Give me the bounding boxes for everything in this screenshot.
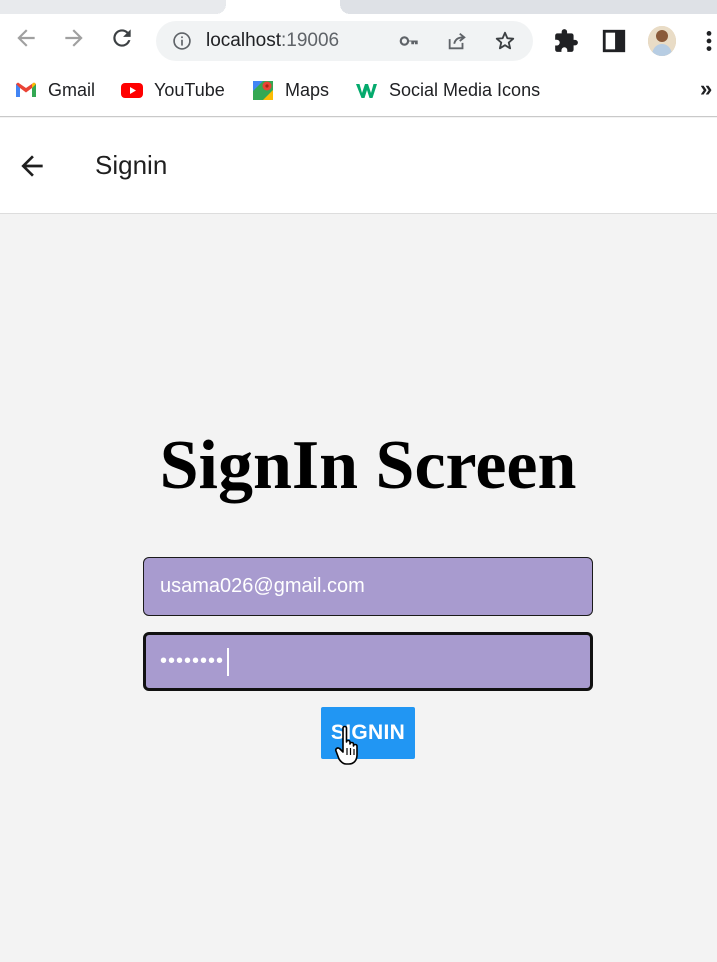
address-bar[interactable]: localhost:19006 xyxy=(156,21,533,61)
more-bookmarks-button[interactable]: » xyxy=(700,76,712,102)
back-arrow-icon[interactable] xyxy=(16,150,48,182)
password-field[interactable] xyxy=(143,632,593,691)
reload-icon xyxy=(113,29,131,47)
page-title: Signin xyxy=(95,150,168,180)
screen-heading: SignIn Screen xyxy=(159,427,577,504)
youtube-icon xyxy=(121,83,143,98)
avatar[interactable] xyxy=(648,26,676,56)
w3-icon xyxy=(356,84,377,98)
key-icon[interactable] xyxy=(398,30,420,52)
more-vert-icon[interactable] xyxy=(696,28,717,54)
tab-inactive[interactable] xyxy=(0,0,226,14)
reload-button[interactable] xyxy=(108,24,136,52)
hand-cursor-icon xyxy=(334,725,358,765)
bookmark-social-media-icons[interactable]: Social Media Icons xyxy=(355,70,540,110)
maps-icon xyxy=(253,81,273,100)
bookmark-youtube[interactable]: YouTube xyxy=(120,70,225,110)
email-field[interactable] xyxy=(143,557,593,616)
share-icon[interactable] xyxy=(446,30,468,52)
star-icon[interactable] xyxy=(494,30,516,52)
profile-picture-icon xyxy=(648,26,676,56)
app-header: Signin xyxy=(0,118,717,214)
side-panel-icon[interactable] xyxy=(601,28,627,54)
info-icon[interactable] xyxy=(172,31,192,51)
tab-active[interactable] xyxy=(216,0,350,14)
bookmark-maps[interactable]: Maps xyxy=(251,70,329,110)
forward-button[interactable] xyxy=(60,24,88,52)
text-caret xyxy=(227,648,229,676)
tab-strip xyxy=(0,0,717,14)
browser-toolbar: localhost:19006 xyxy=(0,14,717,70)
url-text: localhost:19006 xyxy=(206,30,340,51)
back-button[interactable] xyxy=(12,24,40,52)
bookmarks-bar: Gmail YouTube Maps Social Media Icons » xyxy=(0,70,717,117)
gmail-icon xyxy=(16,82,36,97)
arrow-right-icon xyxy=(65,29,83,47)
bookmark-gmail[interactable]: Gmail xyxy=(14,70,95,110)
arrow-left-icon xyxy=(17,29,35,47)
extensions-icon[interactable] xyxy=(553,28,579,54)
